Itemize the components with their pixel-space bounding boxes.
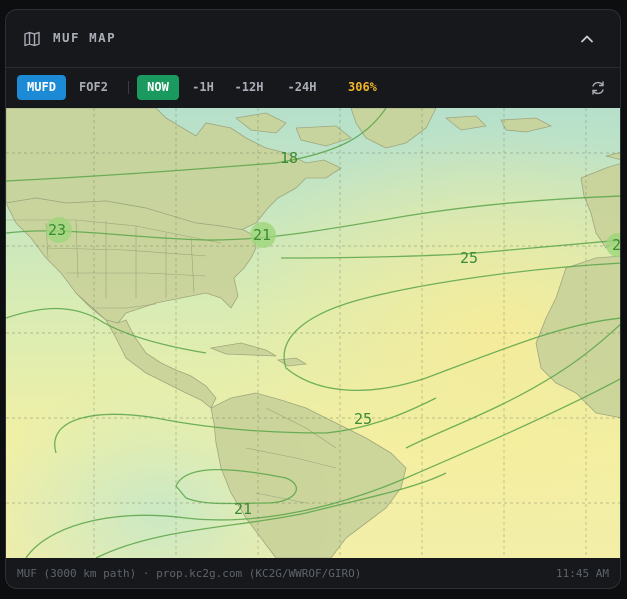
update-time: 11:45 AM <box>556 567 609 580</box>
chevron-up-icon[interactable] <box>578 30 596 48</box>
muf-map-view[interactable]: 18 23 21 25 25 21 2 <box>6 108 621 558</box>
contour-label: 21 <box>234 500 252 518</box>
muf-map-canvas: 18 23 21 25 25 21 2 <box>6 108 621 558</box>
muf-map-panel: MUF MAP MUFD FOF2 NOW -1H -12H -24H 306% <box>5 9 621 589</box>
toolbar-divider <box>128 81 129 94</box>
time-minus-24h-button[interactable]: -24H <box>281 75 323 100</box>
time-minus-12h-button[interactable]: -12H <box>229 75 269 100</box>
zoom-level: 306% <box>348 80 377 94</box>
time-minus-1h-button[interactable]: -1H <box>186 75 220 100</box>
contour-label: 25 <box>460 249 478 267</box>
map-toolbar: MUFD FOF2 NOW -1H -12H -24H 306% <box>6 68 620 108</box>
layer-mufd-button[interactable]: MUFD <box>17 75 66 100</box>
contour-label: 23 <box>48 221 66 239</box>
panel-header: MUF MAP <box>6 10 620 68</box>
panel-title: MUF MAP <box>53 30 117 45</box>
time-now-button[interactable]: NOW <box>137 75 179 100</box>
contour-label: 25 <box>354 410 372 428</box>
data-source: MUF (3000 km path) · prop.kc2g.com (KC2G… <box>17 567 362 580</box>
contour-label: 2 <box>612 236 621 254</box>
map-footer: MUF (3000 km path) · prop.kc2g.com (KC2G… <box>6 558 620 588</box>
contour-label: 18 <box>280 149 298 167</box>
map-icon <box>24 31 40 47</box>
layer-fof2-button[interactable]: FOF2 <box>71 75 116 100</box>
refresh-icon[interactable] <box>590 80 606 96</box>
contour-label: 21 <box>253 226 271 244</box>
